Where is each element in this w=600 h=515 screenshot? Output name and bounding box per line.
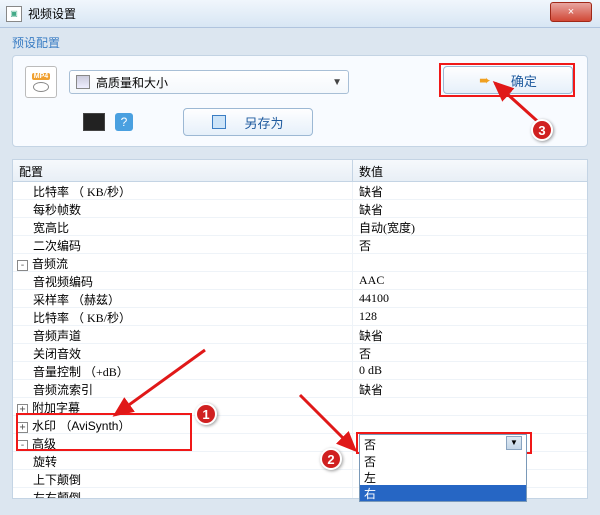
table-row[interactable]: 音频流索引缺省	[13, 380, 587, 398]
arrow-right-icon: ➨	[479, 72, 491, 89]
toggle-icon[interactable]: -	[17, 260, 28, 271]
value-cell: AAC	[353, 272, 587, 289]
save-as-button[interactable]: 另存为	[183, 108, 313, 136]
disk-icon	[212, 115, 226, 129]
config-cell: 宽高比	[13, 218, 353, 235]
config-cell: 二次编码	[13, 236, 353, 253]
table-row[interactable]: 每秒帧数缺省	[13, 200, 587, 218]
quality-dropdown[interactable]: 高质量和大小 ▼	[69, 70, 349, 94]
value-cell: 128	[353, 308, 587, 325]
app-icon: ▣	[6, 6, 22, 22]
group-cell: -高级	[13, 434, 353, 451]
combo-option[interactable]: 左	[360, 469, 526, 485]
combo-selected: 否	[364, 436, 376, 452]
config-cell: 音量控制 （+dB）	[13, 362, 353, 379]
table-row[interactable]: 二次编码否	[13, 236, 587, 254]
value-cell: 0 dB	[353, 362, 587, 379]
config-cell: 音视频编码	[13, 272, 353, 289]
combo-option[interactable]: 右	[360, 485, 526, 501]
ok-button[interactable]: ➨ 确定	[443, 66, 573, 94]
grid-header-value: 数值	[353, 160, 587, 181]
group-cell: -音频流	[13, 254, 353, 271]
group-row[interactable]: -音频流	[13, 254, 587, 272]
film-icon	[76, 75, 90, 89]
table-row[interactable]: 比特率 （ KB/秒）128	[13, 308, 587, 326]
value-cell: 44100	[353, 290, 587, 307]
config-cell: 比特率 （ KB/秒）	[13, 308, 353, 325]
config-cell: 采样率 （赫兹）	[13, 290, 353, 307]
config-cell: 音频流索引	[13, 380, 353, 397]
table-row[interactable]: 音视频编码AAC	[13, 272, 587, 290]
quality-value: 高质量和大小	[96, 74, 332, 91]
group-cell: +附加字幕	[13, 398, 353, 415]
preset-section-label: 预设配置	[12, 34, 588, 51]
table-row[interactable]: 比特率 （ KB/秒）缺省	[13, 182, 587, 200]
format-icon: MP4	[25, 66, 57, 98]
callout-3: 3	[531, 119, 553, 141]
grid-header: 配置 数值	[13, 160, 587, 182]
config-cell: 上下颠倒	[13, 470, 353, 487]
rotate-combo[interactable]: 否 ▼ 否 左 右	[359, 434, 527, 502]
ok-label: 确定	[511, 71, 537, 90]
chevron-down-icon[interactable]: ▼	[506, 436, 522, 450]
callout-2: 2	[320, 448, 342, 470]
table-row[interactable]: 音频声道缺省	[13, 326, 587, 344]
close-button[interactable]: ×	[550, 2, 592, 22]
group-row[interactable]: +水印 （AviSynth）	[13, 416, 587, 434]
value-cell: 自动(宽度)	[353, 218, 587, 235]
value-cell: 否	[353, 344, 587, 361]
table-row[interactable]: 关闭音效否	[13, 344, 587, 362]
group-row[interactable]: +附加字幕	[13, 398, 587, 416]
value-cell: 否	[353, 236, 587, 253]
window-title: 视频设置	[28, 5, 600, 22]
config-cell: 关闭音效	[13, 344, 353, 361]
config-cell: 每秒帧数	[13, 200, 353, 217]
config-cell: 左右颠倒	[13, 488, 353, 499]
save-as-label: 另存为	[244, 113, 283, 132]
config-cell: 音频声道	[13, 326, 353, 343]
toggle-icon[interactable]: +	[17, 422, 28, 433]
toggle-icon[interactable]: -	[17, 440, 28, 451]
config-cell: 比特率 （ KB/秒）	[13, 182, 353, 199]
grid-header-config: 配置	[13, 160, 353, 181]
value-cell: 缺省	[353, 326, 587, 343]
preset-panel: MP4 高质量和大小 ▼ ➨ 确定 ? 另存为	[12, 55, 588, 147]
console-icon[interactable]	[83, 113, 105, 131]
value-cell: 缺省	[353, 182, 587, 199]
toggle-icon[interactable]: +	[17, 404, 28, 415]
config-cell: 旋转	[13, 452, 353, 469]
group-cell: +水印 （AviSynth）	[13, 416, 353, 433]
chevron-down-icon: ▼	[332, 77, 342, 88]
callout-1: 1	[195, 403, 217, 425]
combo-option[interactable]: 否	[360, 453, 526, 469]
table-row[interactable]: 采样率 （赫兹）44100	[13, 290, 587, 308]
value-cell: 缺省	[353, 200, 587, 217]
help-icon[interactable]: ?	[115, 113, 133, 131]
value-cell: 缺省	[353, 380, 587, 397]
table-row[interactable]: 音量控制 （+dB）0 dB	[13, 362, 587, 380]
titlebar: ▣ 视频设置 ×	[0, 0, 600, 28]
table-row[interactable]: 宽高比自动(宽度)	[13, 218, 587, 236]
